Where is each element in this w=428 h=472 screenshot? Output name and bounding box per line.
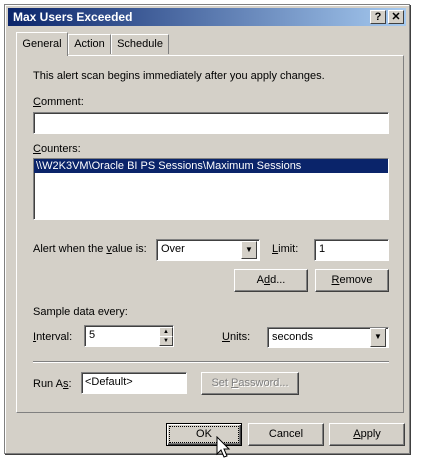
apply-button[interactable]: Apply bbox=[329, 423, 405, 446]
tab-schedule[interactable]: Schedule bbox=[111, 34, 169, 54]
cancel-button[interactable]: Cancel bbox=[248, 423, 324, 446]
interval-label: Interval: bbox=[33, 331, 73, 343]
tab-label: Action bbox=[74, 38, 105, 50]
interval-value: 5 bbox=[89, 329, 96, 341]
alert-when-label: Alert when the value is: bbox=[33, 243, 147, 255]
comment-label: Comment: bbox=[33, 96, 84, 108]
counters-list[interactable]: \\W2K3VM\Oracle BI PS Sessions\Maximum S… bbox=[33, 158, 389, 220]
mouse-cursor-icon bbox=[216, 436, 231, 458]
add-button[interactable]: Add... bbox=[234, 269, 308, 292]
decrement-icon[interactable]: ▼ bbox=[159, 336, 173, 346]
tab-action[interactable]: Action bbox=[68, 34, 111, 54]
title-bar[interactable]: Max Users Exceeded ? ✕ bbox=[8, 8, 406, 26]
sample-data-label: Sample data every: bbox=[33, 306, 128, 318]
units-value: seconds bbox=[272, 331, 313, 343]
counters-label: Counters: bbox=[33, 143, 81, 155]
alert-condition-select[interactable]: Over ▼ bbox=[156, 239, 260, 261]
comment-input[interactable] bbox=[33, 112, 389, 134]
units-select[interactable]: seconds ▼ bbox=[267, 327, 389, 348]
alert-condition-value: Over bbox=[161, 243, 185, 255]
run-as-input[interactable]: <Default> bbox=[81, 372, 187, 394]
tab-general[interactable]: General bbox=[16, 32, 68, 56]
set-password-button[interactable]: Set Password... bbox=[201, 372, 299, 395]
remove-button[interactable]: Remove bbox=[315, 269, 389, 292]
tab-label: Schedule bbox=[117, 38, 163, 50]
window-title: Max Users Exceeded bbox=[13, 10, 133, 24]
general-tab-panel bbox=[16, 55, 404, 413]
help-button[interactable]: ? bbox=[370, 10, 386, 24]
close-button[interactable]: ✕ bbox=[388, 10, 404, 24]
interval-stepper[interactable]: 5 ▲ ▼ bbox=[84, 325, 174, 347]
units-label: Units: bbox=[222, 331, 251, 343]
chevron-down-icon[interactable]: ▼ bbox=[241, 241, 257, 259]
run-as-label: Run As: bbox=[33, 378, 72, 390]
help-icon: ? bbox=[374, 11, 382, 23]
tab-label: General bbox=[22, 38, 62, 50]
intro-text: This alert scan begins immediately after… bbox=[33, 70, 325, 82]
separator bbox=[33, 361, 389, 363]
counter-item[interactable]: \\W2K3VM\Oracle BI PS Sessions\Maximum S… bbox=[34, 159, 388, 173]
close-icon: ✕ bbox=[391, 11, 401, 23]
chevron-down-icon[interactable]: ▼ bbox=[370, 328, 386, 347]
limit-input[interactable]: 1 bbox=[314, 239, 389, 261]
limit-label: Limit: bbox=[272, 243, 299, 255]
